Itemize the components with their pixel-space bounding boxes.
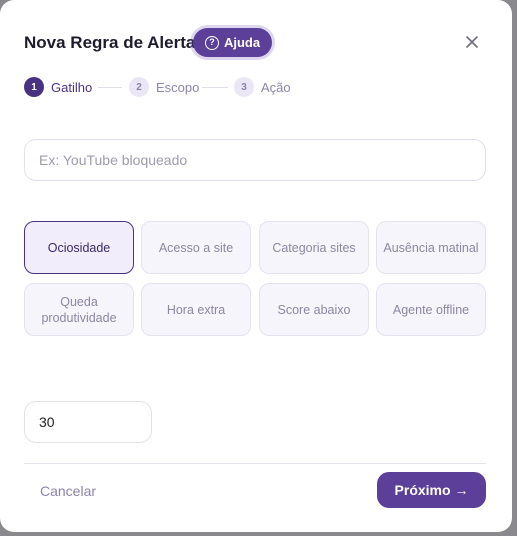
help-icon: ? <box>204 35 219 50</box>
threshold-input[interactable] <box>24 401 152 443</box>
stepper: 1 Gatilho 2 Escopo 3 Ação <box>24 77 324 97</box>
step-label: Ação <box>261 79 291 95</box>
trigger-option-categoria-sites[interactable]: Categoria sites <box>259 221 369 274</box>
trigger-option-ociosidade[interactable]: Ociosidade <box>24 221 134 274</box>
step-acao[interactable]: 3 Ação <box>234 77 291 97</box>
footer-divider <box>24 463 486 464</box>
trigger-option-acesso-site[interactable]: Acesso a site <box>141 221 251 274</box>
step-number: 1 <box>24 77 44 97</box>
dialog-title: Nova Regra de Alerta <box>24 33 196 52</box>
trigger-option-ausencia-matinal[interactable]: Ausência matinal <box>376 221 486 274</box>
trigger-option-score-abaixo[interactable]: Score abaixo <box>259 283 369 336</box>
step-label: Gatilho <box>51 79 93 95</box>
step-connector <box>98 87 122 88</box>
step-number: 2 <box>129 77 149 97</box>
trigger-option-queda-produtividade[interactable]: Queda produtividade <box>24 283 134 336</box>
next-button[interactable]: Próximo → <box>377 472 486 508</box>
trigger-option-hora-extra[interactable]: Hora extra <box>141 283 251 336</box>
alert-rule-dialog: Nova Regra de Alerta ? Ajuda 1 Gatilho 2… <box>0 0 512 532</box>
help-button[interactable]: ? Ajuda <box>193 28 272 57</box>
step-gatilho[interactable]: 1 Gatilho <box>24 77 92 97</box>
step-number: 3 <box>234 77 254 97</box>
close-button[interactable] <box>463 33 481 51</box>
step-connector <box>202 87 228 88</box>
step-label: Escopo <box>156 79 200 95</box>
rule-name-input[interactable] <box>24 139 486 181</box>
cancel-button[interactable]: Cancelar <box>40 482 96 500</box>
trigger-option-agente-offline[interactable]: Agente offline <box>376 283 486 336</box>
step-escopo[interactable]: 2 Escopo <box>129 77 199 97</box>
help-button-label: Ajuda <box>223 35 261 50</box>
close-icon <box>466 36 478 48</box>
